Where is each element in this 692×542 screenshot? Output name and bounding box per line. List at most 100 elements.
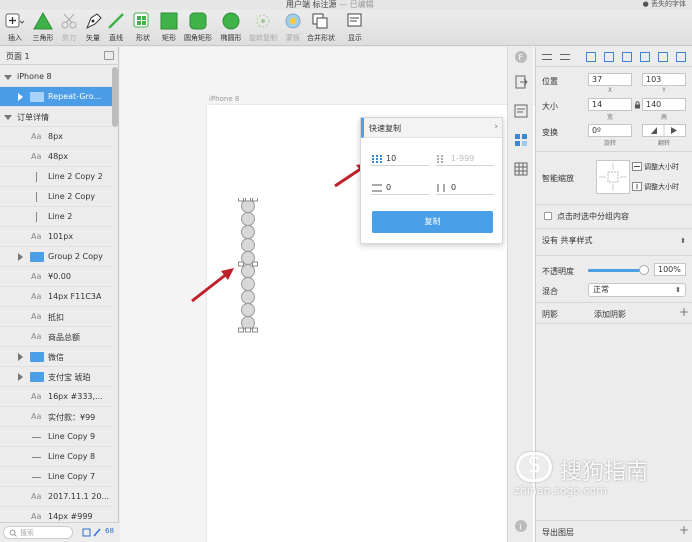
layer-group-order-detail[interactable]: 订单详情 [0,107,112,127]
layer-item[interactable]: Line Copy 8 [0,447,112,467]
disclosure-closed-icon[interactable] [18,93,23,101]
repeat-circles-group[interactable] [236,198,260,336]
notes-icon[interactable] [514,104,528,118]
opacity-slider[interactable] [588,265,649,275]
flip-control[interactable] [642,124,686,137]
ellipse-button[interactable]: 椭圆形 [216,12,246,43]
repeated-circle[interactable] [241,225,255,239]
export-icon[interactable] [514,75,528,89]
pages-selector[interactable]: 页面 1 [0,47,119,65]
distribute-vertical-icon[interactable] [560,54,570,60]
info-icon[interactable]: i [514,519,528,533]
repeated-circle[interactable] [241,238,255,252]
add-shadow-plus-icon[interactable]: + [679,305,689,319]
align-left-icon[interactable] [586,52,596,62]
disclosure-open-icon[interactable] [4,115,12,120]
align-center-icon[interactable] [604,52,614,62]
rotate-input[interactable]: 0º [588,124,632,137]
layer-item[interactable]: Aa 14px F11C3A [0,287,112,307]
combine-shapes-button[interactable]: 合并形状 [306,12,336,43]
insert-button[interactable]: 插入 [0,12,30,43]
display-button[interactable]: 显示 [340,12,370,43]
layer-search-input[interactable]: 搜索 [3,526,73,539]
blend-mode-select[interactable]: 正常 ⬍ [588,283,686,297]
resize-vertical-icon[interactable] [632,182,642,191]
layer-item[interactable]: 支付宝 琥珀 [0,367,112,387]
chevron-right-icon[interactable]: › [494,122,498,132]
resizing-constraints-widget[interactable] [596,160,630,194]
artboard-label[interactable]: iPhone 8 [209,95,239,103]
shared-style-select[interactable]: 没有 共享样式 ⬍ [538,235,690,249]
layer-item[interactable]: Line 2 Copy 2 [0,167,112,187]
selection-handle[interactable] [252,261,258,267]
align-bottom-icon[interactable] [676,52,686,62]
layer-repeat-group[interactable]: Repeat-Gro... [0,87,112,107]
layer-item[interactable]: Aa 实付款：¥99 [0,407,112,427]
layer-item[interactable]: Aa 48px [0,147,112,167]
rounded-rect-button[interactable]: 圆角矩形 [183,12,213,43]
repeated-circle[interactable] [241,277,255,291]
resize-option-vertical[interactable]: 调整大小时 [644,182,679,192]
layer-item[interactable]: Line 2 Copy [0,187,112,207]
selection-handle[interactable] [238,327,244,333]
repeated-circle[interactable] [241,212,255,226]
align-top-icon[interactable] [640,52,650,62]
horizontal-spacing-input[interactable]: 0 [371,181,429,195]
copy-count-input[interactable]: 10 [371,152,429,166]
layer-item[interactable]: Aa 抵扣 [0,307,112,327]
y-input[interactable]: 103 [642,73,686,86]
disclosure-open-icon[interactable] [4,75,12,80]
layer-item[interactable]: Aa 16px #333,... [0,387,112,407]
layer-item[interactable]: Aa ¥0.00 [0,267,112,287]
layer-item[interactable]: Aa 8px [0,127,112,147]
add-export-plus-icon[interactable]: + [679,523,689,537]
layer-item[interactable]: Line Copy 9 [0,427,112,447]
selection-handle[interactable] [252,198,258,202]
width-input[interactable]: 14 [588,98,632,111]
rectangle-button[interactable]: 矩形 [154,12,184,43]
toggle-pages-icon[interactable] [104,51,114,60]
disclosure-closed-icon[interactable] [18,373,23,381]
selection-handle[interactable] [245,198,251,202]
opacity-slider-knob[interactable] [639,265,649,275]
copy-button[interactable]: 复制 [372,211,493,233]
mask-button[interactable]: 蒙板 [278,12,308,43]
selection-handle[interactable] [238,261,244,267]
resize-horizontal-icon[interactable] [632,162,642,171]
copy-range-input[interactable]: 1-999 [436,152,494,166]
x-input[interactable]: 37 [588,73,632,86]
table-icon[interactable] [514,162,528,176]
align-middle-icon[interactable] [658,52,668,62]
line-button[interactable]: 直线 [101,12,131,43]
opacity-input[interactable]: 100% [654,263,686,276]
add-shadow-label[interactable]: 添加阴影 [594,309,626,320]
layer-item[interactable]: Aa 商品总额 [0,327,112,347]
export-slice-icon[interactable] [82,527,102,538]
selection-handle[interactable] [245,327,251,333]
distribute-horizontal-icon[interactable] [542,54,552,60]
selection-handle[interactable] [252,327,258,333]
repeated-circle[interactable] [241,303,255,317]
lock-icon[interactable] [634,101,641,109]
layer-item[interactable]: Line 2 [0,207,112,227]
quick-copy-header[interactable]: 快速复制 › [361,118,502,138]
align-right-icon[interactable] [622,52,632,62]
repeated-circle[interactable] [241,290,255,304]
layers-scrollbar[interactable] [112,67,118,127]
layer-artboard[interactable]: iPhone 8 [0,67,112,87]
layer-item[interactable]: Group 2 Copy [0,247,112,267]
missing-fonts-link[interactable]: ● 丢失的字体 [643,0,686,9]
click-select-checkbox[interactable] [544,212,552,220]
layer-item[interactable]: Aa 2017.11.1 20... [0,487,112,507]
components-icon[interactable] [514,133,528,147]
resize-option-horizontal[interactable]: 调整大小时 [644,162,679,172]
vertical-spacing-input[interactable]: 0 [436,181,494,195]
plugin-logo-icon[interactable]: F [514,50,528,64]
height-input[interactable]: 140 [642,98,686,111]
layer-item[interactable]: Aa 101px [0,227,112,247]
disclosure-closed-icon[interactable] [18,253,23,261]
layer-item[interactable]: Line Copy 7 [0,467,112,487]
rotate-copy-button[interactable]: 旋转复制 [248,12,278,43]
disclosure-closed-icon[interactable] [18,353,23,361]
layer-item[interactable]: 微信 [0,347,112,367]
